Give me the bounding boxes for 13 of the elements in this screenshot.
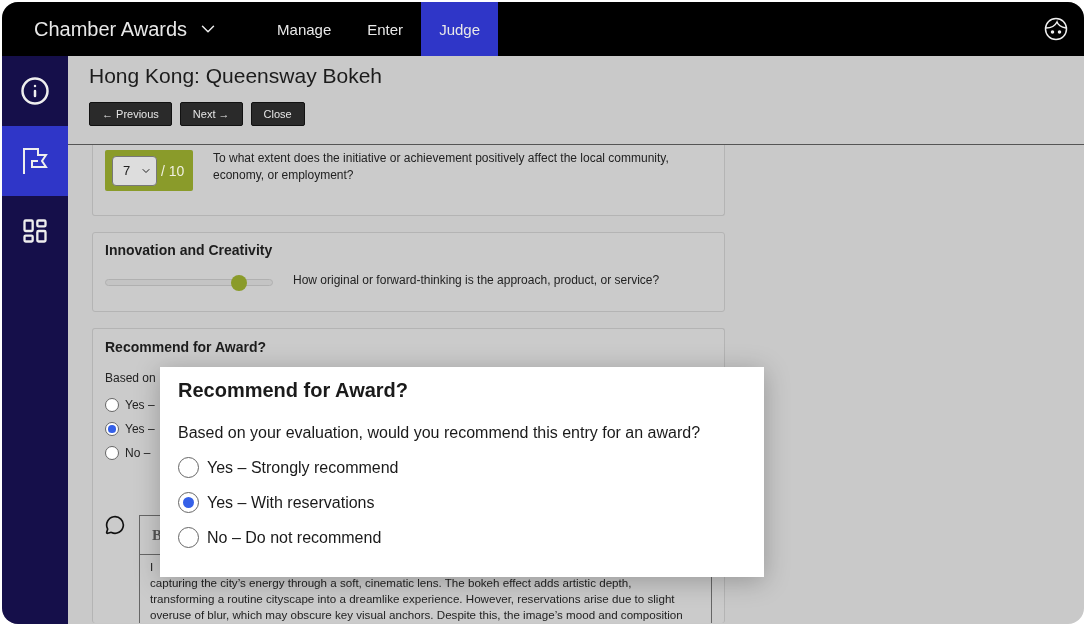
comment-text-line: capturing the city’s energy through a soft, cinematic lens. The bokeh effect adds artistic depth, (150, 575, 633, 591)
comment-text-line: transforming a routine cityscape into a dreamlike experience. However, reservations arise due to slight (150, 591, 676, 607)
criterion-title: Recommend for Award? (105, 339, 268, 355)
criterion-title: Innovation and Creativity (105, 242, 274, 258)
score-max: / 10 (161, 162, 185, 179)
dialog-title: Recommend for Award? (178, 379, 410, 402)
criterion-question: To what extent does the initiative or achievement positively affect the local community, economy, or employment? (213, 150, 670, 184)
dialog-prompt: Based on your evaluation, would you recommend this entry for an award? (178, 424, 702, 442)
entry-title: Hong Kong: Queensway Bokeh (89, 64, 384, 88)
criterion-question: How original or forward-thinking is the approach, product, or service? (293, 272, 660, 289)
comment-text-line: overuse of blur, which may obscure key visual anchors. Despite this, the image’s mood and composition (150, 607, 684, 623)
criterion-question: Based on (105, 371, 157, 385)
comment-text-line: I (150, 559, 155, 575)
